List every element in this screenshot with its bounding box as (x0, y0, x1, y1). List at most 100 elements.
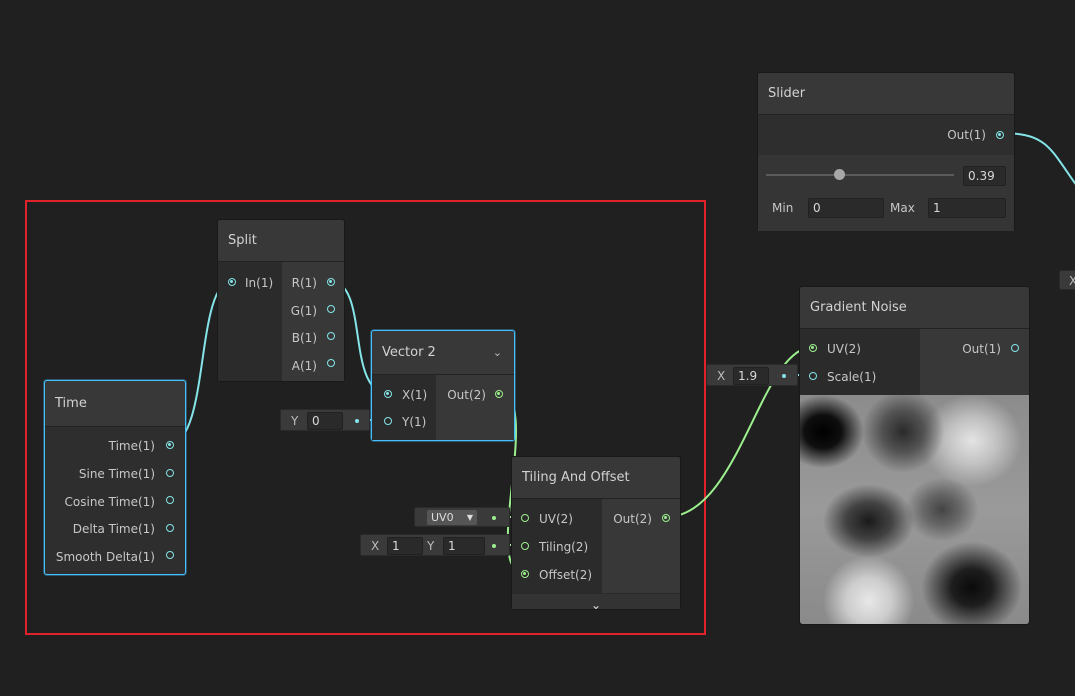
vector2-node-title[interactable]: Vector 2 ⌄ (372, 331, 514, 375)
gradient-output-label: Out(1) (962, 342, 1001, 356)
split-input-column: In(1) (218, 262, 282, 381)
delta-time-output-port[interactable] (166, 524, 174, 532)
cosine-time-output-label: Cosine Time(1) (64, 495, 155, 509)
chevron-down-icon[interactable]: ⌄ (493, 331, 502, 375)
slider-track[interactable] (766, 174, 954, 176)
split-g-label: G(1) (290, 304, 317, 318)
tiling-body: UV(2) Tiling(2) Offset(2) Out(2) (512, 499, 680, 593)
offscreen-field[interactable]: X (1059, 270, 1075, 290)
time-outputs: Time(1) Sine Time(1) Cosine Time(1) Delt… (45, 427, 185, 574)
tiling-x-input[interactable]: 1 (387, 537, 423, 555)
tiling-node-title[interactable]: Tiling And Offset (512, 457, 680, 499)
slider-node[interactable]: Slider Out(1) 0.39 Min 0 Max 1 (757, 72, 1015, 231)
vector2-input-column: X(1) Y(1) (372, 375, 436, 440)
offscreen-field-label: X (1069, 274, 1075, 288)
gradient-scale-field[interactable]: X 1.9 (706, 364, 798, 386)
tiling-field-connector (492, 544, 496, 548)
gradient-scale-label: Scale(1) (827, 370, 877, 384)
vector2-output-port[interactable] (495, 390, 503, 398)
tiling-xy-field[interactable]: X 1 Y 1 (360, 534, 510, 556)
split-a-label: A(1) (291, 359, 317, 373)
vector2-x-label: X(1) (402, 388, 428, 402)
vector2-y-field-input[interactable]: 0 (307, 412, 343, 430)
vector2-y-port[interactable] (384, 417, 392, 425)
gradient-input-column: UV(2) Scale(1) (800, 329, 920, 395)
smooth-delta-output-port[interactable] (166, 551, 174, 559)
gradient-uv-port[interactable] (809, 344, 817, 352)
tiling-expand-bar[interactable]: ⌄ (512, 593, 680, 612)
time-node[interactable]: Time Time(1) Sine Time(1) Cosine Time(1)… (44, 380, 186, 575)
vector2-y-field[interactable]: Y 0 (280, 409, 370, 431)
split-g-port[interactable] (327, 305, 335, 313)
slider-min-input[interactable]: 0 (808, 198, 884, 218)
gradient-noise-preview (800, 395, 1029, 624)
tiling-tiling-port[interactable] (521, 542, 529, 550)
uv-field-connector (492, 516, 496, 520)
gradient-scale-input[interactable]: 1.9 (733, 367, 769, 385)
gradient-title-text: Gradient Noise (810, 300, 907, 315)
slider-thumb[interactable] (833, 169, 845, 180)
slider-output-label: Out(1) (947, 128, 986, 142)
tiling-x-label: X (371, 539, 380, 553)
vector2-title-text: Vector 2 (382, 345, 436, 360)
smooth-delta-output-label: Smooth Delta(1) (55, 550, 155, 564)
slider-output-port[interactable] (996, 131, 1004, 139)
vector2-y-field-connector (355, 419, 359, 423)
split-r-port[interactable] (327, 278, 335, 286)
tiling-uv-label: UV(2) (539, 512, 573, 526)
slider-max-label: Max (890, 201, 915, 215)
gradient-noise-node[interactable]: Gradient Noise UV(2) Scale(1) Out(1) (799, 286, 1030, 625)
tiling-offset-node[interactable]: Tiling And Offset UV(2) Tiling(2) Offset… (511, 456, 681, 612)
time-output-label: Time(1) (108, 439, 155, 453)
tiling-offset-port[interactable] (521, 570, 529, 578)
gradient-scale-port[interactable] (809, 372, 817, 380)
dropdown-arrow-icon: ▼ (466, 513, 473, 522)
split-a-port[interactable] (327, 359, 335, 367)
tiling-offset-label: Offset(2) (539, 568, 593, 582)
gradient-output-port[interactable] (1011, 344, 1019, 352)
sine-time-output-port[interactable] (166, 469, 174, 477)
uv-channel-field[interactable]: UV0 ▼ (414, 507, 510, 527)
vector2-body: X(1) Y(1) Out(2) (372, 375, 514, 440)
time-node-title[interactable]: Time (45, 381, 185, 427)
slider-title-text: Slider (768, 86, 806, 101)
split-input-label: In(1) (245, 276, 274, 290)
split-body: In(1) R(1) G(1) B(1) A(1) (218, 262, 344, 381)
split-node-title[interactable]: Split (218, 220, 344, 262)
tiling-y-input[interactable]: 1 (443, 537, 485, 555)
slider-min-label: Min (772, 201, 794, 215)
split-r-label: R(1) (291, 276, 317, 290)
split-b-label: B(1) (291, 331, 317, 345)
uv-channel-dropdown[interactable]: UV0 ▼ (427, 510, 477, 525)
slider-max-input[interactable]: 1 (928, 198, 1006, 218)
vector2-y-field-label: Y (291, 414, 299, 428)
gradient-scale-field-connector (782, 374, 786, 378)
vector2-y-label: Y(1) (402, 415, 427, 429)
split-b-port[interactable] (327, 332, 335, 340)
uv-channel-value: UV0 (431, 511, 454, 524)
split-input-port[interactable] (228, 278, 236, 286)
cosine-time-output-port[interactable] (166, 496, 174, 504)
time-output-port[interactable] (166, 441, 174, 449)
slider-value-input[interactable]: 0.39 (963, 166, 1006, 186)
vector2-output-label: Out(2) (447, 388, 486, 402)
gradient-node-title[interactable]: Gradient Noise (800, 287, 1029, 329)
slider-controls: 0.39 Min 0 Max 1 (758, 155, 1014, 231)
delta-time-output-label: Delta Time(1) (72, 522, 155, 536)
vector2-x-port[interactable] (384, 390, 392, 398)
gradient-ports: UV(2) Scale(1) Out(1) (800, 329, 1029, 395)
slider-node-title[interactable]: Slider (758, 73, 1014, 115)
chevron-down-icon[interactable]: ⌄ (591, 598, 601, 612)
tiling-y-label: Y (427, 539, 435, 553)
time-title-text: Time (55, 396, 87, 411)
tiling-uv-port[interactable] (521, 514, 529, 522)
tiling-output-port[interactable] (662, 514, 670, 522)
gradient-uv-label: UV(2) (827, 342, 861, 356)
tiling-title-text: Tiling And Offset (522, 470, 630, 485)
gradient-scale-field-label: X (717, 369, 726, 383)
slider-output-row: Out(1) (758, 115, 1014, 155)
tiling-input-column: UV(2) Tiling(2) Offset(2) (512, 499, 602, 593)
vector2-node[interactable]: Vector 2 ⌄ X(1) Y(1) Out(2) (371, 330, 515, 441)
tiling-output-label: Out(2) (613, 512, 652, 526)
split-node[interactable]: Split In(1) R(1) G(1) B(1) A(1) (217, 219, 345, 382)
